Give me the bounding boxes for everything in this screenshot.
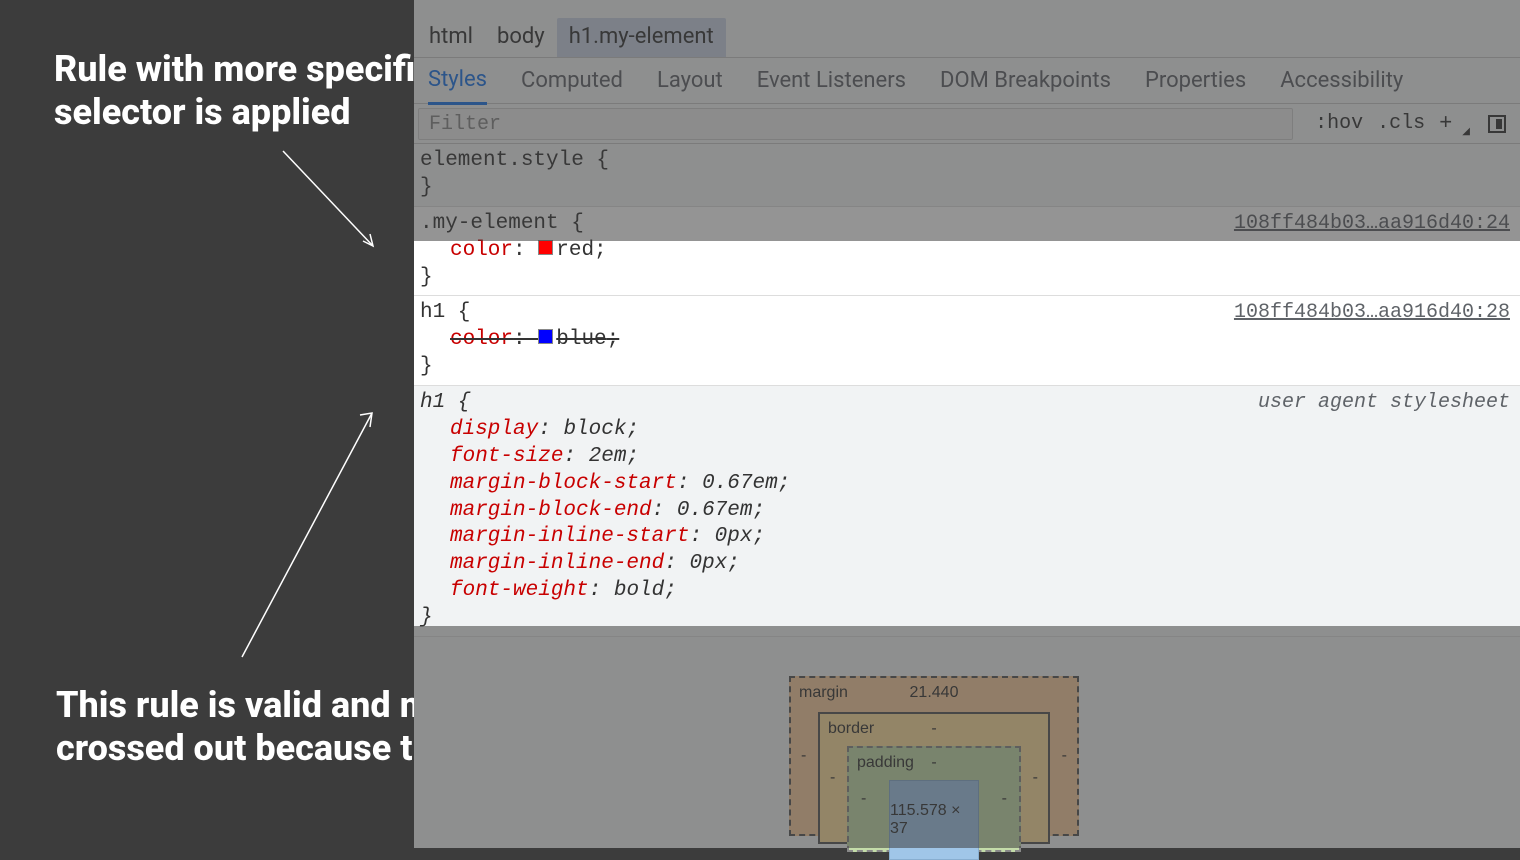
ua-prop-mis: margin-inline-start	[450, 525, 689, 548]
ua-val-display: block	[563, 418, 626, 441]
new-style-dropdown-icon[interactable]: ◢	[1462, 126, 1470, 138]
val-blue[interactable]: blue	[556, 328, 606, 351]
annotation-top: Rule with more specific selector is appl…	[54, 48, 454, 134]
bm-content: 115.578 × 37	[889, 780, 979, 860]
ua-val-mbs: 0.67em	[702, 472, 778, 495]
filter-row: Filter :hov .cls + ◢	[414, 104, 1520, 144]
ua-prop-mbs: margin-block-start	[450, 472, 677, 495]
tab-computed[interactable]: Computed	[521, 58, 623, 103]
breadcrumb-item-body[interactable]: body	[485, 18, 557, 57]
box-model-diagram[interactable]: margin 21.440 - - border - - - padding -…	[789, 676, 1079, 836]
ua-prop-mie: margin-inline-end	[450, 552, 664, 575]
bm-margin-label: margin	[799, 684, 848, 702]
ua-val-fw: bold	[614, 579, 664, 602]
my-element-close: }	[420, 265, 1512, 292]
ua-val-mbe: 0.67em	[677, 499, 753, 522]
arrow-top	[278, 146, 388, 256]
ua-val-mie: 0px	[689, 552, 727, 575]
bm-border-label: border	[828, 720, 874, 738]
bm-padding-top: -	[931, 754, 936, 772]
bm-margin-top: 21.440	[910, 684, 959, 702]
swatch-red[interactable]	[538, 240, 553, 255]
prop-color-1[interactable]: color	[450, 239, 513, 262]
rule-source-link-2[interactable]: 108ff484b03…aa916d40:28	[1234, 300, 1510, 326]
ua-prop-fw: font-weight	[450, 579, 589, 602]
h1-close: }	[420, 354, 1512, 381]
swatch-blue[interactable]	[538, 329, 553, 344]
rule-h1[interactable]: 108ff484b03…aa916d40:28 h1 { color: blue…	[414, 296, 1520, 386]
tab-accessibility[interactable]: Accessibility	[1280, 58, 1403, 103]
toggle-sidebar-icon[interactable]	[1488, 115, 1506, 133]
rule-user-agent[interactable]: user agent stylesheet h1 { display: bloc…	[414, 386, 1520, 637]
styles-body: element.style { } 108ff484b03…aa916d40:2…	[414, 144, 1520, 637]
cls-toggle[interactable]: .cls	[1377, 112, 1425, 135]
bm-border-left: -	[830, 769, 835, 787]
element-style-selector: element.style {	[420, 148, 1512, 175]
prop-color-2[interactable]: color	[450, 328, 513, 351]
ua-prop-font-size: font-size	[450, 445, 563, 468]
bm-padding-left: -	[861, 790, 866, 808]
bm-margin-right: -	[1062, 747, 1067, 765]
ua-val-font-size: 2em	[589, 445, 627, 468]
bm-margin-left: -	[801, 747, 806, 765]
breadcrumb-item-html[interactable]: html	[417, 18, 485, 57]
val-red[interactable]: red	[556, 239, 594, 262]
ua-val-mis: 0px	[715, 525, 753, 548]
rule-my-element[interactable]: 108ff484b03…aa916d40:24 .my-element { co…	[414, 207, 1520, 297]
hov-toggle[interactable]: :hov	[1315, 112, 1363, 135]
breadcrumb-bar: html body h1.my-element	[414, 0, 1520, 58]
rule-element-style[interactable]: element.style { }	[414, 144, 1520, 207]
element-style-close: }	[420, 175, 1512, 202]
tab-event-listeners[interactable]: Event Listeners	[757, 58, 906, 103]
filter-input[interactable]: Filter	[418, 108, 1293, 140]
devtools-panel: html body h1.my-element Styles Computed …	[414, 0, 1520, 848]
arrow-bottom	[232, 405, 382, 665]
ua-prop-display: display	[450, 418, 538, 441]
tab-layout[interactable]: Layout	[657, 58, 723, 103]
breadcrumb-item-h1[interactable]: h1.my-element	[557, 18, 726, 57]
bm-padding-right: -	[1002, 790, 1007, 808]
user-agent-label: user agent stylesheet	[1258, 390, 1510, 416]
tab-styles[interactable]: Styles	[428, 57, 487, 105]
ua-prop-mbe: margin-block-end	[450, 499, 652, 522]
bm-padding-label: padding	[857, 754, 914, 772]
tab-properties[interactable]: Properties	[1145, 58, 1246, 103]
tab-dom-breakpoints[interactable]: DOM Breakpoints	[940, 58, 1111, 103]
bm-border-top: -	[931, 720, 936, 738]
ua-close: }	[420, 605, 1512, 632]
rule-source-link-1[interactable]: 108ff484b03…aa916d40:24	[1234, 211, 1510, 237]
devtools-tabs: Styles Computed Layout Event Listeners D…	[414, 58, 1520, 104]
bm-border-right: -	[1033, 769, 1038, 787]
new-style-rule-icon[interactable]: +	[1439, 111, 1452, 136]
